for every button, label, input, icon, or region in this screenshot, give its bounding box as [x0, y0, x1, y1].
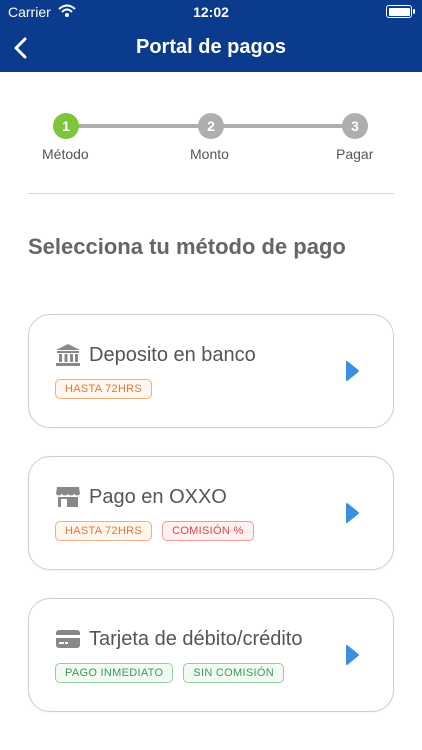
step-2-indicator: 2 — [198, 113, 224, 139]
play-arrow-icon — [345, 503, 359, 523]
step-3-label: Pagar — [336, 146, 374, 162]
step-1-indicator: 1 — [53, 113, 79, 139]
step-1-label: Método — [42, 146, 89, 162]
status-badge: PAGO INMEDIATO — [55, 663, 174, 683]
payment-method-oxxo[interactable]: Pago en OXXO HASTA 72HRS COMISIÓN % — [28, 456, 394, 570]
nav-bar: Portal de pagos — [0, 28, 422, 68]
battery-icon — [386, 5, 415, 18]
app-header: Carrier 12:02 Portal de pagos — [0, 0, 422, 72]
method-title: Deposito en banco — [89, 344, 256, 366]
store-icon — [55, 485, 81, 509]
divider — [28, 193, 394, 194]
status-badge: HASTA 72HRS — [55, 379, 153, 399]
play-arrow-icon — [345, 361, 359, 381]
badge-list: HASTA 72HRS COMISIÓN % — [55, 521, 254, 541]
play-arrow-icon — [345, 645, 359, 665]
progress-stepper: 1 2 3 Método Monto Pagar — [0, 100, 422, 170]
badge-list: HASTA 72HRS — [55, 379, 153, 399]
bank-icon — [55, 343, 81, 367]
status-badge: HASTA 72HRS — [55, 521, 153, 541]
method-title: Pago en OXXO — [89, 486, 227, 508]
page-title: Portal de pagos — [135, 36, 287, 58]
payment-method-bank-deposit[interactable]: Deposito en banco HASTA 72HRS — [28, 314, 394, 428]
credit-card-icon — [55, 627, 81, 651]
status-badge: COMISIÓN % — [162, 521, 254, 541]
payment-method-card[interactable]: Tarjeta de débito/crédito PAGO INMEDIATO… — [28, 598, 394, 712]
step-3-indicator: 3 — [342, 113, 368, 139]
status-bar: Carrier 12:02 — [0, 0, 422, 24]
step-2-label: Monto — [190, 146, 229, 162]
clock: 12:02 — [193, 4, 229, 20]
method-title: Tarjeta de débito/crédito — [89, 628, 303, 650]
section-heading: Selecciona tu método de pago — [28, 234, 346, 259]
badge-list: PAGO INMEDIATO SIN COMISIÓN — [55, 663, 284, 683]
status-badge: SIN COMISIÓN — [183, 663, 284, 683]
